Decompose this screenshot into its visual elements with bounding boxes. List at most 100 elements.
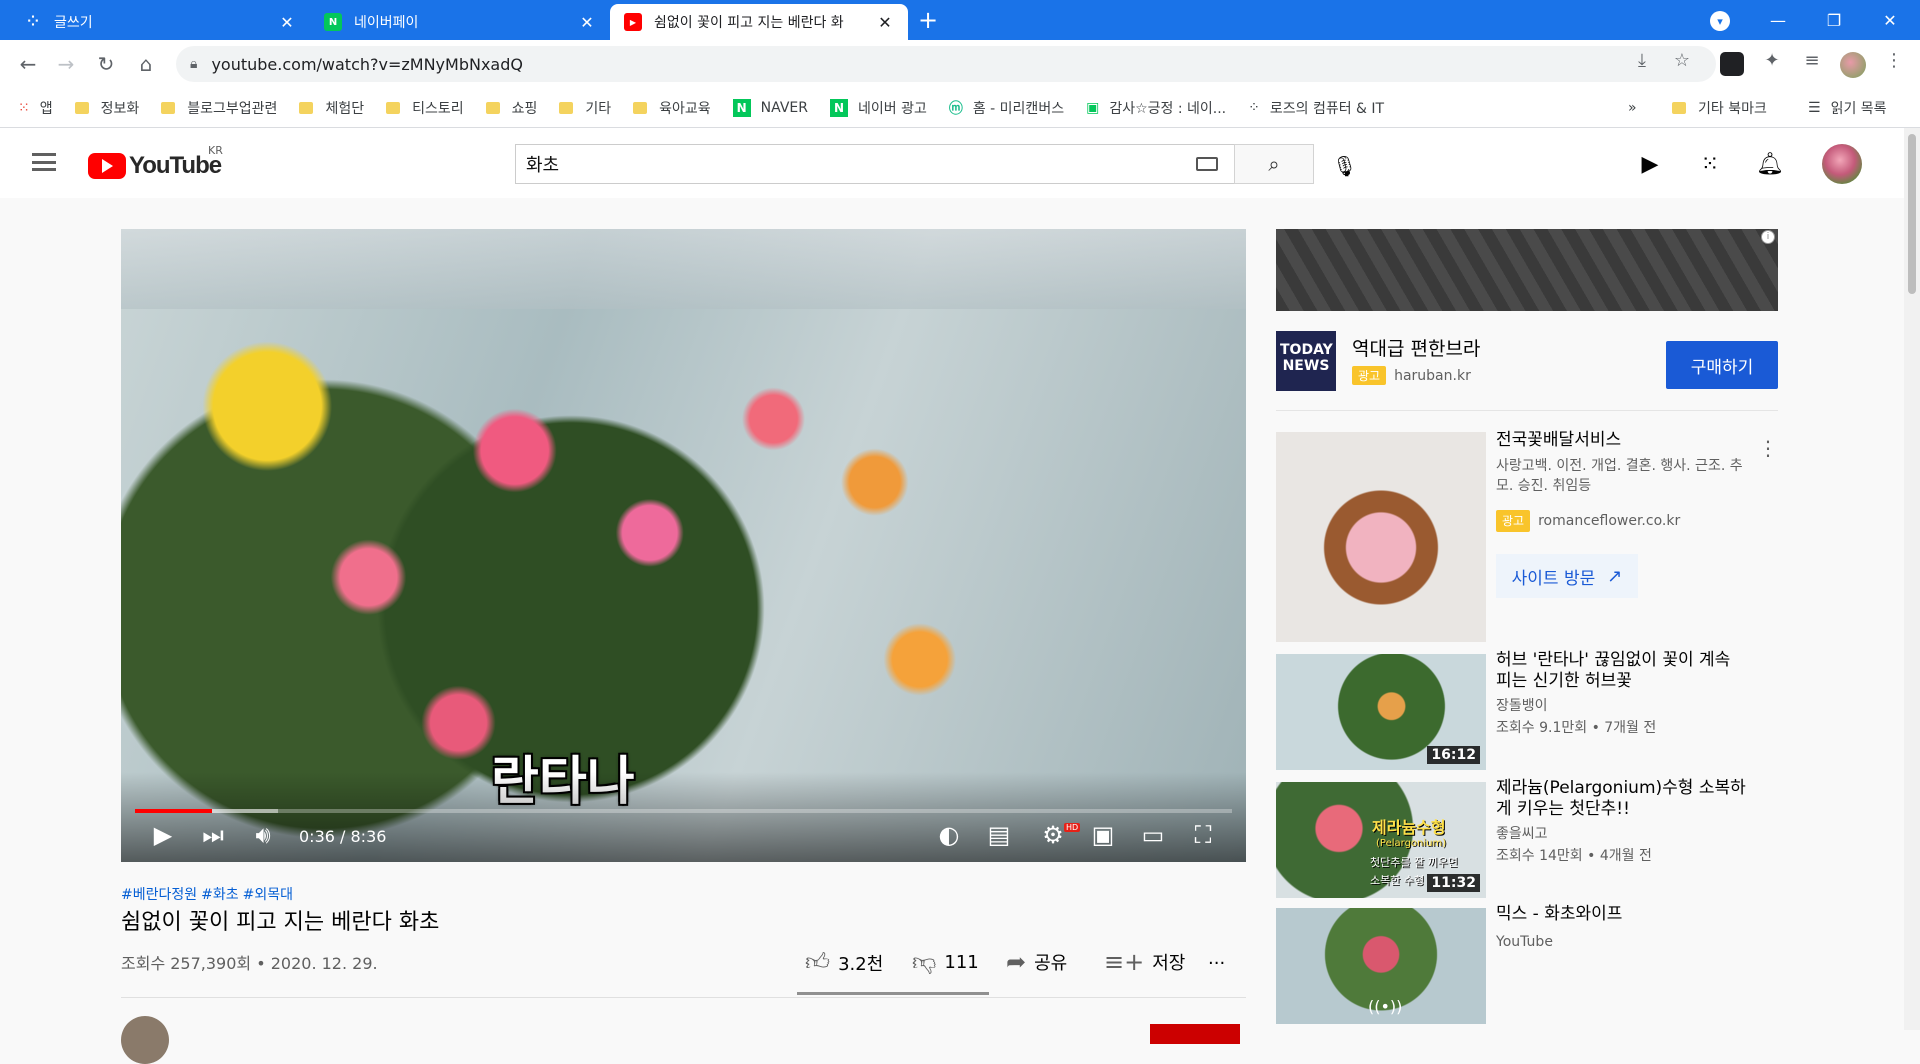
next-icon[interactable]: ⏭︎ — [195, 821, 231, 849]
create-video-icon[interactable]: ▶︎ — [1636, 152, 1664, 177]
autoplay-toggle-icon[interactable]: ◐ — [931, 821, 967, 849]
buy-now-button[interactable]: 구매하기 — [1666, 341, 1778, 389]
youtube-logo[interactable]: YouTube KR — [88, 144, 223, 180]
search-button[interactable]: ⌕ — [1234, 144, 1314, 184]
ad-info-icon[interactable]: i — [1761, 230, 1775, 244]
video-player[interactable]: 란타나 ▶ ⏭︎ 🔊︎ 0:36 / 8:36 ◐ ▤ ⚙ HD ▣ ▭ ⛶ — [121, 229, 1246, 862]
advertiser-logo[interactable]: TODAY NEWS — [1276, 331, 1336, 391]
restore-icon[interactable]: ❐ — [1806, 0, 1862, 40]
home-icon[interactable]: ⌂ — [132, 50, 160, 78]
related-video-title[interactable]: 믹스 - 화초와이프 — [1496, 904, 1746, 925]
back-icon[interactable]: ← — [14, 50, 42, 78]
keyboard-icon[interactable] — [1196, 157, 1218, 171]
video-title: 쉼없이 꽃이 피고 지는 베란다 화초 — [121, 910, 440, 935]
tab-search-icon[interactable]: ▾ — [1710, 11, 1730, 31]
bookmark-folder[interactable]: 체험단 — [299, 98, 364, 118]
promo-thumbnail[interactable] — [1276, 432, 1486, 642]
account-avatar[interactable] — [1822, 144, 1862, 184]
bookmark-folder[interactable]: 기타 — [559, 98, 611, 118]
bookmark-naver[interactable]: N NAVER — [732, 98, 808, 117]
naver-icon: N — [732, 98, 751, 117]
bookmark-label: 기타 북마크 — [1698, 100, 1767, 117]
bookmark-label: 홈 - 미리캔버스 — [972, 100, 1065, 117]
bookmark-label: 네이버 광고 — [857, 100, 927, 117]
channel-name[interactable]: YouTube — [1496, 932, 1746, 952]
like-button[interactable]: 👍︎ 3.2천 — [805, 948, 883, 977]
extension-icon[interactable] — [1720, 52, 1744, 76]
mix-thumbnail[interactable]: ((•)) — [1276, 908, 1486, 1024]
bookmark-folder[interactable]: 육아교육 — [633, 98, 711, 118]
hd-badge: HD — [1064, 823, 1081, 832]
scrollbar-thumb[interactable] — [1908, 134, 1916, 294]
related-video-title[interactable]: 허브 '란타나' 끊임없이 꽃이 계속 피는 신기한 허브꽃 — [1496, 650, 1746, 692]
install-icon[interactable]: ⤓ — [1628, 50, 1656, 71]
promo-title[interactable]: 전국꽃배달서비스 — [1496, 430, 1746, 451]
bookmark-blog[interactable]: ▣ 감사☆긍정 : 네이... — [1086, 98, 1226, 118]
miniplayer-icon[interactable]: ▣ — [1085, 821, 1121, 849]
thumbnail-text: 첫단추를 잘 끼우면 — [1370, 856, 1458, 869]
ad-title[interactable]: 역대급 편한브라 — [1352, 334, 1480, 361]
more-actions-button[interactable]: ... — [1208, 948, 1225, 969]
bookmark-miricanvas[interactable]: ⓜ 홈 - 미리캔버스 — [949, 98, 1064, 118]
reading-list[interactable]: ☰ 읽기 목록 — [1808, 98, 1887, 118]
tab-write[interactable]: ⁘ 글쓰기 ✕ — [10, 4, 310, 40]
close-icon[interactable]: ✕ — [876, 13, 894, 32]
channel-name[interactable]: 좋을씨고 — [1496, 824, 1746, 844]
hamburger-menu-icon[interactable] — [32, 153, 56, 171]
related-video-title[interactable]: 제라늄(Pelargonium)수형 소복하게 키우는 첫단추!! — [1496, 778, 1746, 820]
tab-youtube-video[interactable]: ▶ 쉼없이 꽃이 피고 지는 베란다 화 ✕ — [610, 4, 908, 40]
media-control-icon[interactable]: ≡ — [1798, 50, 1826, 71]
bookmark-folder[interactable]: 쇼핑 — [485, 98, 537, 118]
bookmark-apps[interactable]: ⁙ 앱 — [18, 98, 53, 118]
forward-icon[interactable]: → — [52, 50, 80, 78]
visit-site-button[interactable]: 사이트 방문 ↗ — [1496, 554, 1638, 598]
fullscreen-icon[interactable]: ⛶ — [1185, 821, 1221, 849]
apps-grid-icon[interactable]: ⁙ — [1696, 152, 1724, 177]
window-close-icon[interactable]: ✕ — [1862, 0, 1918, 40]
bookmark-folder[interactable]: 블로그부업관련 — [161, 98, 277, 118]
notifications-bell-icon[interactable]: 🔔︎ — [1756, 152, 1784, 177]
subtitles-icon[interactable]: ▤ — [981, 821, 1017, 849]
menu-kebab-icon[interactable]: ⋮ — [1880, 50, 1908, 71]
play-icon[interactable]: ▶ — [145, 821, 181, 849]
banner-ad-image[interactable] — [1276, 229, 1778, 311]
search-input[interactable] — [516, 145, 1156, 183]
profile-avatar[interactable] — [1840, 52, 1866, 78]
close-icon[interactable]: ✕ — [278, 13, 296, 32]
bookmark-folder[interactable]: 티스토리 — [386, 98, 464, 118]
folder-icon — [1672, 101, 1686, 114]
search-box[interactable] — [515, 144, 1235, 184]
minimize-icon[interactable]: — — [1750, 0, 1806, 40]
bookmark-rose-it[interactable]: ⁘ 로즈의 컴퓨터 & IT — [1248, 98, 1384, 118]
progress-bar[interactable] — [135, 809, 1232, 813]
tab-title: 네이버페이 — [354, 15, 419, 31]
bookmark-naver-ads[interactable]: N 네이버 광고 — [829, 98, 927, 118]
hashtag-link[interactable]: #베란다정원 — [121, 887, 197, 903]
hashtag-link[interactable]: #화초 — [201, 887, 239, 903]
more-vertical-icon[interactable]: ⋮ — [1758, 436, 1778, 460]
bookmark-star-icon[interactable]: ☆ — [1668, 50, 1696, 71]
theater-mode-icon[interactable]: ▭ — [1135, 821, 1171, 849]
save-button[interactable]: ≡+ 저장 — [1104, 948, 1185, 976]
bookmarks-overflow[interactable]: » — [1628, 100, 1637, 116]
channel-avatar[interactable] — [121, 1016, 169, 1064]
video-thumbnail[interactable]: 제라늄수형 (Pelargonium) 첫단추를 잘 끼우면 소복한 수형 11… — [1276, 782, 1486, 898]
other-bookmarks[interactable]: 기타 북마크 — [1672, 98, 1767, 118]
page-scrollbar[interactable] — [1904, 128, 1920, 1030]
extensions-puzzle-icon[interactable]: ✦ — [1758, 50, 1786, 71]
close-icon[interactable]: ✕ — [578, 13, 596, 32]
reload-icon[interactable]: ↻ — [92, 50, 120, 78]
hashtag-link[interactable]: #외목대 — [243, 887, 293, 903]
lock-icon[interactable]: 🔒︎ — [190, 56, 197, 72]
channel-name[interactable]: 장돌뱅이 — [1496, 696, 1746, 716]
bookmark-folder[interactable]: 정보화 — [74, 98, 139, 118]
video-thumbnail[interactable]: 16:12 — [1276, 654, 1486, 770]
tab-naverpay[interactable]: N 네이버페이 ✕ — [310, 4, 610, 40]
share-button[interactable]: ➦ 공유 — [1006, 948, 1067, 976]
dislike-button[interactable]: 👎︎ 111 — [912, 948, 979, 977]
address-bar[interactable]: 🔒︎ youtube.com/watch?v=zMNyMbNxadQ — [176, 46, 1716, 82]
new-tab-button[interactable]: + — [918, 6, 938, 34]
subscribe-button[interactable] — [1150, 1024, 1240, 1044]
volume-icon[interactable]: 🔊︎ — [245, 821, 281, 849]
microphone-icon[interactable]: 🎙︎ — [1332, 154, 1357, 178]
